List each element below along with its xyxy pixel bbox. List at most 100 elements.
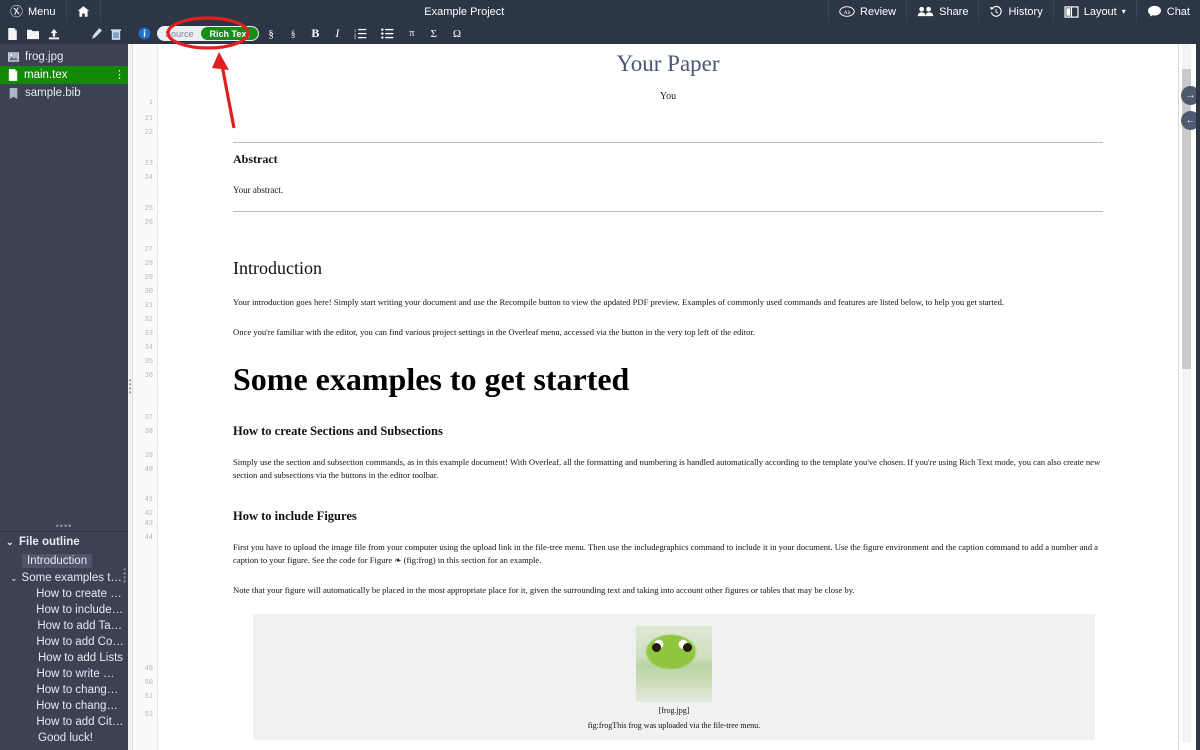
line-number: 41 [144, 496, 153, 504]
paragraph[interactable]: First you have to upload the image file … [233, 541, 1103, 568]
outline-item-label: How to change the ... [36, 684, 124, 696]
trash-icon[interactable] [111, 28, 121, 40]
file-item-frog-jpg[interactable]: frog.jpg [0, 48, 128, 66]
outline-item[interactable]: How to add Comme... [0, 634, 128, 650]
paragraph[interactable]: Your introduction goes here! Simply star… [233, 296, 1103, 309]
paragraph[interactable]: Note that your figure will automatically… [233, 584, 1103, 597]
section-heading-some-examples[interactable]: Some examples to get started [233, 361, 1103, 398]
top-bar-right: Ab Review Share History Layout ▾ Chat [828, 0, 1200, 23]
layout-button[interactable]: Layout ▾ [1052, 0, 1136, 23]
line-number: 31 [144, 302, 153, 310]
outline-item-label: How to add Comme... [36, 636, 124, 648]
abstract-text[interactable]: Your abstract. [233, 185, 1103, 195]
omega-symbol-icon[interactable]: Ω [445, 28, 469, 40]
figure-caption[interactable]: fig:frogThis frog was uploaded via the f… [253, 721, 1095, 730]
file-outline-header[interactable]: ⌄ File outline [0, 532, 128, 552]
line-number: 33 [144, 330, 153, 338]
line-number: 36 [144, 372, 153, 380]
splitter-grip-icon: • • • • [128, 375, 132, 397]
file-context-menu-icon[interactable]: ⋮ [114, 70, 125, 81]
chat-button[interactable]: Chat [1135, 0, 1200, 23]
document-canvas[interactable]: Your Paper You Abstract Your abstract. I… [158, 23, 1178, 750]
chevron-down-icon: ▾ [1121, 7, 1126, 16]
bullet-list-icon[interactable] [374, 28, 401, 39]
document-author[interactable]: You [233, 91, 1103, 102]
subsection-heading-create-sections[interactable]: How to create Sections and Subsections [233, 424, 1103, 439]
line-number: 28 [144, 260, 153, 268]
section-heading-introduction[interactable]: Introduction [233, 258, 1103, 279]
section-symbol-icon[interactable]: § [259, 28, 283, 40]
image-file-icon [8, 52, 19, 62]
project-title: Example Project [424, 5, 505, 18]
line-number: 40 [144, 466, 153, 474]
chevron-down-icon: ⌄ [10, 572, 18, 583]
outline-item-label: How to include Figur... [36, 604, 124, 616]
line-number: 29 [144, 274, 153, 282]
italic-icon[interactable]: I [327, 26, 347, 41]
rich-text-mode-option[interactable]: Rich Text [200, 27, 259, 40]
outline-item[interactable]: How to change the d... [0, 698, 128, 714]
line-number: 27 [144, 246, 153, 254]
menu-button[interactable]: Ⓧ Menu [0, 0, 67, 23]
new-file-icon[interactable] [7, 27, 18, 40]
outline-item-label: How to create Sectio... [36, 588, 124, 600]
home-button[interactable] [67, 0, 101, 23]
pdf-pane-collapsed-strip[interactable] [1196, 23, 1200, 750]
file-tree-toolbar [0, 23, 128, 44]
outline-resize-grip[interactable]: • • • • [123, 566, 126, 586]
share-button[interactable]: Share [906, 0, 978, 23]
tex-file-icon [8, 69, 18, 81]
outline-item[interactable]: How to create Sectio... [0, 586, 128, 602]
outline-item-label: How to add Tables [37, 620, 124, 632]
outline-item[interactable]: How to add Lists [0, 650, 128, 666]
editor-toolbar: Source Rich Text § § B I 123 π Σ Ω [128, 23, 1200, 44]
bold-icon[interactable]: B [303, 26, 327, 41]
editor-mode-toggle[interactable]: Source Rich Text [157, 26, 260, 41]
home-icon [77, 5, 90, 18]
history-clock-icon [989, 5, 1003, 18]
paragraph[interactable]: Simply use the section and subsection co… [233, 456, 1103, 483]
file-item-sample-bib[interactable]: sample.bib [0, 84, 128, 102]
pencil-icon[interactable] [91, 28, 102, 39]
subsection-symbol-icon[interactable]: § [283, 29, 304, 39]
menu-label: Menu [28, 5, 56, 18]
outline-item[interactable]: How to change the ... [0, 682, 128, 698]
file-name: main.tex [24, 69, 68, 81]
figure-file-label: [frog.jpg] [658, 705, 690, 715]
line-number: 21 [144, 115, 153, 123]
chevron-down-icon: ⌄ [6, 536, 14, 547]
document-title[interactable]: Your Paper [233, 51, 1103, 77]
subsection-heading-include-figures[interactable]: How to include Figures [233, 509, 1103, 524]
numbered-list-icon[interactable]: 123 [347, 28, 374, 39]
outline-item[interactable]: ⌄Some examples to get st... [0, 570, 128, 586]
outline-item[interactable]: Introduction [0, 552, 128, 570]
outline-item[interactable]: Good luck! [0, 730, 128, 746]
sigma-display-math-icon[interactable]: Σ [422, 28, 444, 40]
layout-columns-icon [1064, 5, 1079, 18]
figure-block[interactable]: [frog.jpg] fig:frogThis frog was uploade… [253, 613, 1095, 740]
review-button[interactable]: Ab Review [828, 0, 906, 23]
outline-item[interactable]: How to add Citation... [0, 714, 128, 730]
info-icon[interactable] [138, 27, 151, 40]
svg-text:Ab: Ab [844, 10, 851, 16]
source-mode-option[interactable]: Source [158, 29, 201, 39]
paragraph[interactable]: Once you're familiar with the editor, yo… [233, 326, 1103, 339]
outline-item[interactable]: How to include Figur... [0, 602, 128, 618]
bib-file-icon [8, 87, 19, 99]
file-tree-resize-handle[interactable]: •••• [0, 521, 128, 531]
history-button[interactable]: History [978, 0, 1052, 23]
main-body: frog.jpg main.tex ⋮ sample.bib •••• ⌄ Fi… [0, 23, 1200, 750]
file-item-main-tex[interactable]: main.tex ⋮ [0, 66, 128, 84]
new-folder-icon[interactable] [27, 28, 39, 40]
editor-right-edge: ▲ → ← [1178, 23, 1200, 750]
pi-math-icon[interactable]: π [401, 28, 422, 39]
upload-icon[interactable] [48, 28, 60, 40]
outline-item-label: How to change the d... [36, 700, 124, 712]
line-number-gutter: 1 21 22 23 24 25 26 27 28 29 30 31 32 33 34 35 36 37 38 39 4… [133, 23, 158, 750]
review-label: Review [860, 5, 897, 18]
chat-bubble-icon [1147, 5, 1162, 18]
outline-item[interactable]: How to add Tables [0, 618, 128, 634]
outline-item-label: Good luck! [38, 732, 93, 744]
outline-item[interactable]: How to write Mathe... [0, 666, 128, 682]
top-bar-left: Ⓧ Menu [0, 0, 101, 23]
